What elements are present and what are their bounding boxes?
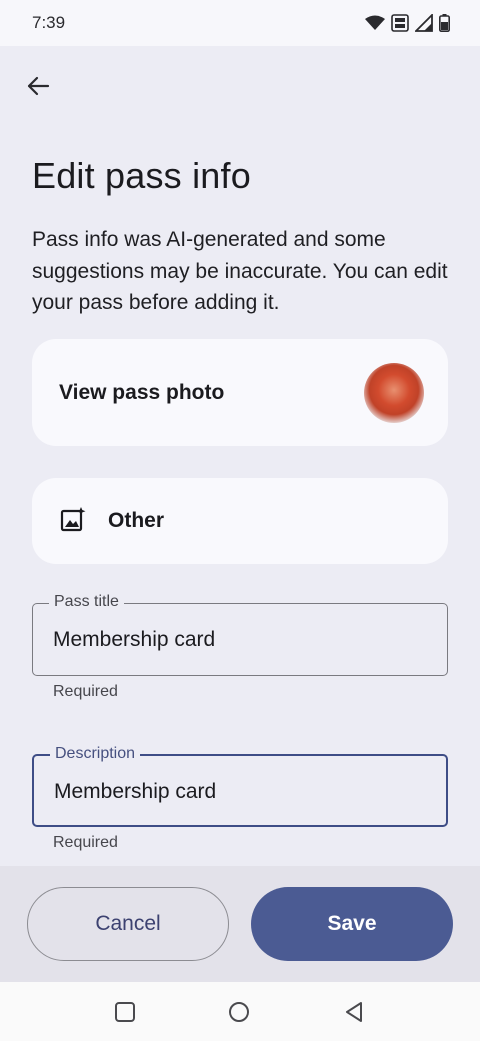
system-nav-bar [0,982,480,1041]
view-pass-photo-label: View pass photo [59,380,225,404]
description-field[interactable]: Description Membership card [32,745,448,827]
status-icons [365,14,450,32]
page-title: Edit pass info [32,155,251,196]
home-circle-icon [228,1001,250,1028]
description-value: Membership card [54,780,217,803]
battery-icon [439,14,450,32]
pass-photo-thumbnail [364,362,424,423]
save-button[interactable]: Save [251,887,453,961]
pass-title-helper: Required [53,683,118,700]
nav-back-button[interactable] [342,1001,366,1028]
pass-title-label: Pass title [49,593,124,611]
pass-type-label: Other [108,509,165,532]
recents-button[interactable] [113,1001,137,1028]
arrow-back-icon [25,73,51,104]
cancel-button[interactable]: Cancel [27,887,229,961]
signal-icon [415,14,433,32]
description-helper: Required [53,834,118,851]
image-sparkle-icon [60,506,86,537]
page-description: Pass info was AI-generated and some sugg… [32,228,448,314]
volte-icon [391,14,409,32]
back-button[interactable] [20,70,56,106]
status-time: 7:39 [32,13,66,32]
status-bar: 7:39 [0,0,480,46]
pass-title-value: Membership card [53,628,216,651]
home-button[interactable] [227,1001,251,1028]
view-pass-photo-card[interactable]: View pass photo [32,339,448,446]
pass-type-card[interactable]: Other [32,478,448,564]
recents-square-icon [114,1001,136,1028]
pass-title-field[interactable]: Pass title Membership card [32,593,448,676]
description-label: Description [50,745,141,763]
back-triangle-icon [343,1001,365,1028]
wifi-icon [365,15,385,31]
